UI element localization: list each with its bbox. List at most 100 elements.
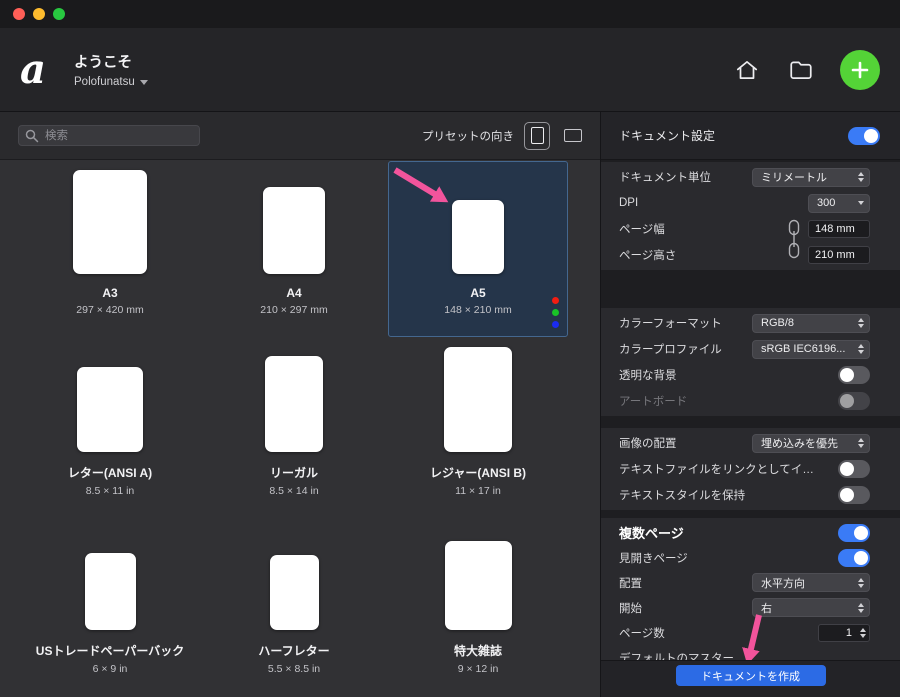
- settings-row: カラーフォーマット RGB/8: [601, 310, 900, 336]
- toggle-knob: [840, 394, 854, 408]
- document-settings-panel: ドキュメント設定 ドキュメント単位 ミリメートル DPI 300 ページ幅 14…: [600, 112, 900, 697]
- settings-label: テキストスタイルを保持: [619, 487, 745, 503]
- chevron-updown-icon: [858, 578, 864, 588]
- settings-header: ドキュメント設定: [601, 112, 900, 160]
- settings-group: ドキュメント単位 ミリメートル DPI 300 ページ幅 148 mm ページ高…: [601, 162, 900, 270]
- settings-control: 1: [818, 624, 870, 642]
- toggle-knob: [864, 129, 878, 143]
- settings-select[interactable]: ミリメートル: [752, 168, 870, 187]
- open-file-button[interactable]: [786, 55, 816, 85]
- preset-toolbar: プリセットの向き: [0, 112, 600, 160]
- settings-select[interactable]: 300: [808, 194, 870, 213]
- settings-row: ページ幅 148 mm: [601, 216, 900, 242]
- toggle-knob: [840, 488, 854, 502]
- chevron-updown-icon: [858, 344, 864, 354]
- settings-control: 210 mm: [808, 246, 870, 264]
- search-icon: [25, 129, 39, 143]
- settings-toggle[interactable]: [838, 366, 870, 384]
- folder-icon: [788, 57, 814, 83]
- preset-size: 11 × 17 in: [455, 485, 501, 497]
- home-button[interactable]: [732, 55, 762, 85]
- settings-control: 埋め込みを優先: [752, 434, 870, 453]
- search-field: [18, 125, 200, 146]
- settings-row: ページ高さ 210 mm: [601, 242, 900, 268]
- preset-thumbnail: [445, 541, 512, 630]
- settings-control: sRGB IEC6196...: [752, 340, 870, 359]
- preset-tile[interactable]: リーガル 8.5 × 14 in: [204, 339, 384, 515]
- select-value: 右: [761, 600, 772, 616]
- preset-size: 210 × 297 mm: [260, 304, 327, 316]
- settings-select[interactable]: 埋め込みを優先: [752, 434, 870, 453]
- settings-row: テキストファイルをリンクとしてインポート: [601, 456, 900, 482]
- select-value: sRGB IEC6196...: [761, 343, 845, 355]
- zoom-button[interactable]: [53, 8, 65, 20]
- chevron-updown-icon: [860, 628, 866, 638]
- preset-tile[interactable]: レジャー(ANSI B) 11 × 17 in: [388, 339, 568, 515]
- preset-thumbnail: [263, 187, 325, 274]
- preset-thumbnail: [265, 356, 323, 452]
- preset-tile[interactable]: USトレードペーパーバック 6 × 9 in: [20, 517, 200, 693]
- settings-label: カラープロファイル: [619, 341, 722, 357]
- preset-tile[interactable]: A5 148 × 210 mm: [388, 161, 568, 337]
- preset-size: 297 × 420 mm: [76, 304, 143, 316]
- settings-toggle[interactable]: [838, 392, 870, 410]
- preset-size: 8.5 × 11 in: [86, 485, 135, 497]
- preset-tile[interactable]: A4 210 × 297 mm: [204, 161, 384, 337]
- settings-select[interactable]: 水平方向: [752, 573, 870, 592]
- preset-thumbnail-wrap: [389, 518, 567, 630]
- new-document-button[interactable]: [840, 50, 880, 90]
- settings-stepper[interactable]: 1: [818, 624, 870, 642]
- settings-label: ページ高さ: [619, 247, 676, 263]
- chevron-updown-icon: [858, 172, 864, 182]
- document-settings-toggle[interactable]: [848, 127, 880, 145]
- close-button[interactable]: [13, 8, 25, 20]
- settings-row: 透明な背景: [601, 362, 900, 388]
- green-dot: [552, 309, 559, 316]
- search-input[interactable]: [18, 125, 200, 146]
- settings-select[interactable]: RGB/8: [752, 314, 870, 333]
- settings-control: 右: [752, 598, 870, 617]
- settings-label: ページ幅: [619, 221, 665, 237]
- settings-group: 画像の配置 埋め込みを優先 テキストファイルをリンクとしてインポート テキストス…: [601, 428, 900, 510]
- app-window: a ようこそ Polofunatsu プリセットの向き: [0, 0, 900, 697]
- app-header: a ようこそ Polofunatsu: [0, 28, 900, 112]
- preset-name: A3: [102, 286, 117, 300]
- account-menu[interactable]: Polofunatsu: [74, 76, 148, 88]
- settings-label: 画像の配置: [619, 435, 677, 451]
- create-document-button[interactable]: ドキュメントを作成: [676, 665, 826, 686]
- select-value: 埋め込みを優先: [761, 435, 838, 451]
- link-dimensions-icon[interactable]: [787, 218, 801, 260]
- settings-toggle[interactable]: [838, 460, 870, 478]
- preset-tile[interactable]: 特大雑誌 9 × 12 in: [388, 517, 568, 693]
- preset-tile[interactable]: A3 297 × 420 mm: [20, 161, 200, 337]
- settings-toggle[interactable]: [838, 486, 870, 504]
- settings-row: ページ数 1: [601, 620, 900, 645]
- orientation-portrait-button[interactable]: [524, 122, 550, 150]
- input-value: 210 mm: [815, 249, 855, 261]
- settings-group: 複数ページ 見開きページ 配置 水平方向 開始 右 ページ数 1 デフォルトのマ…: [601, 518, 900, 660]
- settings-input[interactable]: 148 mm: [808, 220, 870, 238]
- account-name: Polofunatsu: [74, 76, 135, 88]
- preset-thumbnail-wrap: [389, 162, 567, 274]
- settings-title: ドキュメント設定: [619, 127, 715, 144]
- preset-tile[interactable]: レター(ANSI A) 8.5 × 11 in: [20, 339, 200, 515]
- settings-row: 画像の配置 埋め込みを優先: [601, 430, 900, 456]
- header-titles: ようこそ Polofunatsu: [74, 51, 148, 88]
- settings-toggle[interactable]: [838, 549, 870, 567]
- blue-dot: [552, 321, 559, 328]
- settings-select[interactable]: 右: [752, 598, 870, 617]
- minimize-button[interactable]: [33, 8, 45, 20]
- settings-select[interactable]: sRGB IEC6196...: [752, 340, 870, 359]
- settings-row: DPI 300: [601, 190, 900, 216]
- settings-control: 300: [808, 194, 870, 213]
- orientation-landscape-button[interactable]: [560, 122, 586, 150]
- preset-size: 8.5 × 14 in: [269, 485, 318, 497]
- settings-toggle[interactable]: [838, 524, 870, 542]
- chevron-updown-icon: [858, 438, 864, 448]
- settings-input[interactable]: 210 mm: [808, 246, 870, 264]
- preset-name: A4: [286, 286, 301, 300]
- settings-row: ドキュメント単位 ミリメートル: [601, 164, 900, 190]
- settings-row: 開始 右: [601, 595, 900, 620]
- settings-control: [838, 460, 870, 478]
- preset-tile[interactable]: ハーフレター 5.5 × 8.5 in: [204, 517, 384, 693]
